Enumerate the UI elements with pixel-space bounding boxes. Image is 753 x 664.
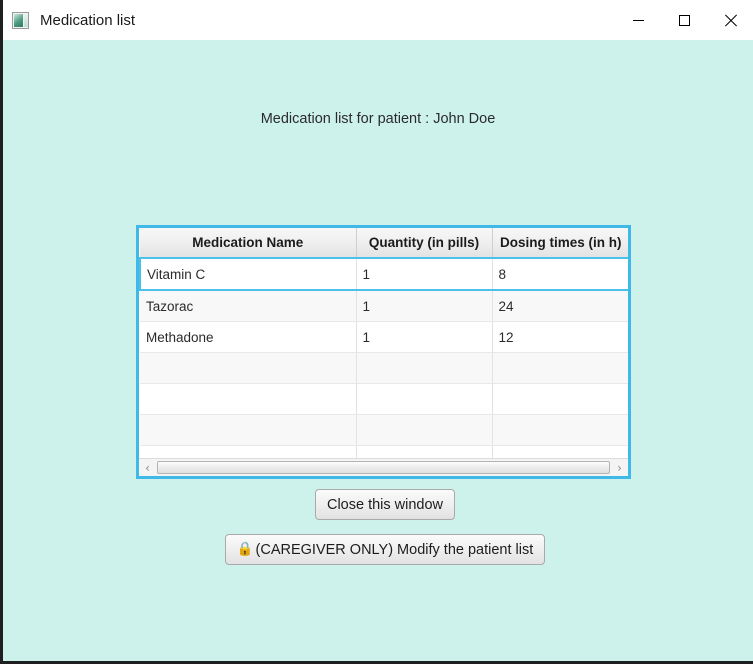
close-this-window-button[interactable]: Close this window <box>315 489 455 520</box>
cell-quantity[interactable]: 1 <box>356 257 493 291</box>
column-header-medication-name[interactable]: Medication Name <box>140 228 357 259</box>
table-body: Vitamin C 1 8 Tazorac 1 24 Methadone 1 12 <box>139 257 628 476</box>
app-window-icon <box>12 11 29 29</box>
cell-dosing-times[interactable]: 8 <box>492 257 628 291</box>
table-row[interactable] <box>140 383 628 415</box>
cell-dosing-times[interactable] <box>492 414 628 446</box>
table-header-row: Medication Name Quantity (in pills) Dosi… <box>140 228 628 259</box>
cell-quantity[interactable] <box>356 383 493 415</box>
column-header-quantity[interactable]: Quantity (in pills) <box>356 228 493 259</box>
medication-table-container: Medication Name Quantity (in pills) Dosi… <box>136 225 631 479</box>
close-icon <box>724 14 737 27</box>
medication-table: Medication Name Quantity (in pills) Dosi… <box>139 228 628 476</box>
cell-dosing-times[interactable]: 24 <box>492 290 628 322</box>
table-row[interactable] <box>140 414 628 446</box>
close-window-button-label: Close this window <box>326 496 444 513</box>
cell-medication-name[interactable] <box>140 383 357 415</box>
window-title: Medication list <box>40 11 136 29</box>
scroll-right-arrow-icon[interactable]: › <box>611 459 628 476</box>
cell-quantity[interactable] <box>356 352 493 384</box>
lock-icon: 🔒 <box>236 540 254 557</box>
cell-medication-name[interactable] <box>140 414 357 446</box>
app-icon-right-pane <box>24 13 28 27</box>
minimize-button[interactable] <box>615 0 661 40</box>
table-row[interactable]: Tazorac 1 24 <box>140 290 628 322</box>
horizontal-scrollbar[interactable]: ‹ › <box>139 458 628 476</box>
modify-patient-list-button[interactable]: 🔒 (CAREGIVER ONLY) Modify the patient li… <box>225 534 545 565</box>
window-controls <box>615 0 753 40</box>
modify-list-button-label: (CAREGIVER ONLY) Modify the patient list <box>255 541 534 558</box>
title-bar: Medication list <box>3 0 753 40</box>
table-row[interactable]: Vitamin C18 <box>139 257 628 291</box>
table-row[interactable] <box>140 352 628 384</box>
cell-medication-name[interactable]: Methadone <box>140 321 357 353</box>
cell-medication-name[interactable]: Vitamin C <box>139 257 357 291</box>
close-button[interactable] <box>707 0 753 40</box>
column-header-dosing-times[interactable]: Dosing times (in h) <box>492 228 628 259</box>
cell-medication-name[interactable] <box>140 352 357 384</box>
table-header: Medication Name Quantity (in pills) Dosi… <box>140 228 628 259</box>
patient-heading: Medication list for patient : John Doe <box>260 111 496 127</box>
minimize-icon <box>632 19 644 21</box>
cell-quantity[interactable] <box>356 414 493 446</box>
cell-quantity[interactable]: 1 <box>356 321 493 353</box>
maximize-button[interactable] <box>661 0 707 40</box>
application-window: Medication list Medication list for pati… <box>0 0 753 664</box>
client-area: Medication list for patient : John Doe M… <box>3 40 753 661</box>
cell-dosing-times[interactable]: 12 <box>492 321 628 353</box>
table-row[interactable]: Methadone 1 12 <box>140 321 628 353</box>
cell-dosing-times[interactable] <box>492 383 628 415</box>
app-icon-left-pane <box>14 13 23 27</box>
maximize-icon <box>678 14 690 26</box>
title-bar-left: Medication list <box>3 11 615 29</box>
cell-quantity[interactable]: 1 <box>356 290 493 322</box>
cell-dosing-times[interactable] <box>492 352 628 384</box>
cell-medication-name[interactable]: Tazorac <box>140 290 357 322</box>
scrollbar-thumb[interactable] <box>157 461 610 474</box>
scroll-left-arrow-icon[interactable]: ‹ <box>139 459 156 476</box>
